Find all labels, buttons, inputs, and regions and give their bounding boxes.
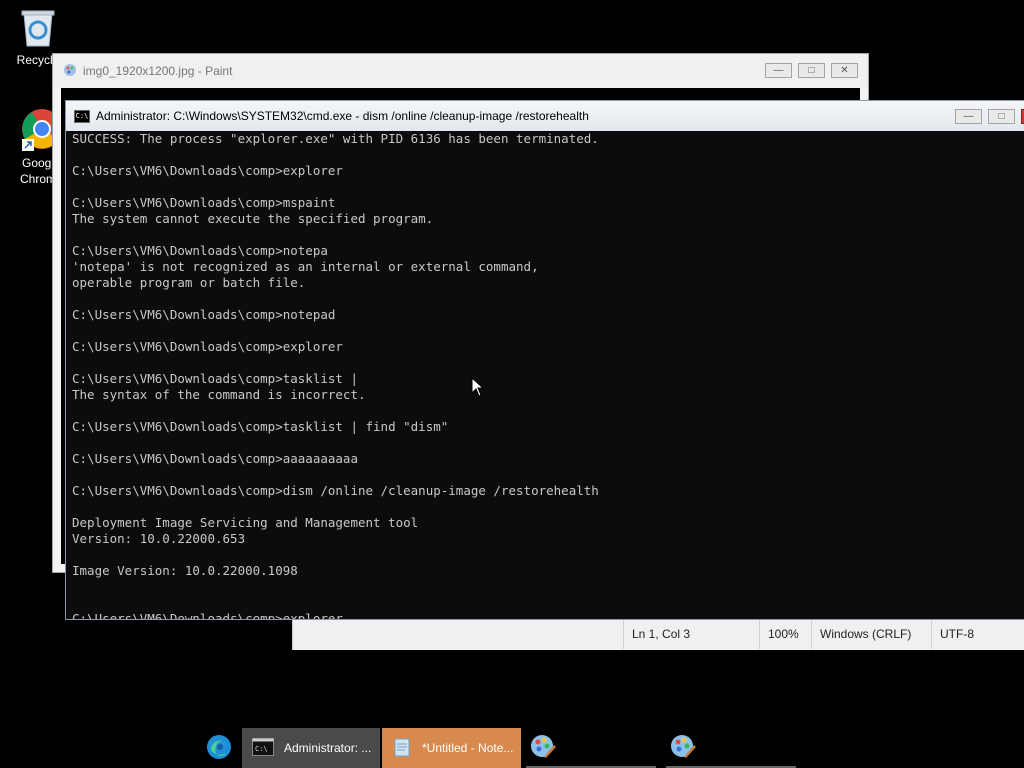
mouse-pointer-icon bbox=[471, 376, 485, 402]
console-line: operable program or batch file. bbox=[72, 275, 306, 290]
paint-window-title: img0_1920x1200.jpg - Paint bbox=[83, 64, 233, 78]
console-line: C:\Users\VM6\Downloads\comp>explorer bbox=[72, 339, 343, 354]
notepad-taskbar-icon bbox=[392, 737, 412, 760]
console-line: C:\Users\VM6\Downloads\comp>mspaint bbox=[72, 195, 336, 210]
console-line: The system cannot execute the specified … bbox=[72, 211, 434, 226]
taskbar-notepad-label: *Untitled - Note... bbox=[422, 741, 514, 755]
paint-minimize-button[interactable]: — bbox=[765, 63, 792, 78]
taskbar-notepad-button[interactable]: *Untitled - Note... bbox=[382, 728, 521, 768]
console-line: Version: 10.0.22000.653 bbox=[72, 531, 246, 546]
console-line: The syntax of the command is incorrect. bbox=[72, 387, 366, 402]
console-line: C:\Users\VM6\Downloads\comp>tasklist | f… bbox=[72, 419, 449, 434]
cmd-maximize-button[interactable]: □ bbox=[988, 109, 1015, 124]
console-line: C:\Users\VM6\Downloads\comp>dism /online… bbox=[72, 483, 599, 498]
console-line: C:\Users\VM6\Downloads\comp>explorer bbox=[72, 611, 343, 619]
console-line: SUCCESS: The process "explorer.exe" with… bbox=[72, 131, 599, 146]
taskbar-edge-button[interactable] bbox=[200, 728, 238, 768]
taskbar-cmd-button[interactable]: C:\ Administrator: ... bbox=[242, 728, 380, 768]
taskbar-cmd-label: Administrator: ... bbox=[284, 741, 372, 755]
paint-app-icon bbox=[63, 63, 77, 80]
console-line: C:\Users\VM6\Downloads\comp>aaaaaaaaaa bbox=[72, 451, 358, 466]
console-line: C:\Users\VM6\Downloads\comp>notepad bbox=[72, 307, 336, 322]
recycle-bin-icon bbox=[20, 8, 56, 48]
paint-titlebar[interactable]: img0_1920x1200.jpg - Paint — □ ✕ bbox=[53, 54, 868, 88]
paint-taskbar-icon bbox=[530, 733, 556, 762]
console-line: Image Version: 10.0.22000.1098 bbox=[72, 563, 298, 578]
taskbar: C:\ Administrator: ... *Untitled - Note.… bbox=[0, 728, 1024, 768]
console-line: C:\Users\VM6\Downloads\comp>explorer bbox=[72, 163, 343, 178]
notepad-line-endings: Windows (CRLF) bbox=[811, 619, 930, 649]
taskbar-paint-button-1[interactable] bbox=[526, 728, 656, 768]
edge-icon bbox=[206, 734, 232, 763]
console-line: C:\Users\VM6\Downloads\comp>notepa bbox=[72, 243, 328, 258]
console-line: 'notepa' is not recognized as an interna… bbox=[72, 259, 539, 274]
cmd-titlebar[interactable]: C:\ Administrator: C:\Windows\SYSTEM32\c… bbox=[66, 101, 1024, 131]
cmd-window-title: Administrator: C:\Windows\SYSTEM32\cmd.e… bbox=[96, 109, 589, 123]
paint-taskbar-icon bbox=[670, 733, 696, 762]
notepad-encoding: UTF-8 bbox=[931, 619, 1024, 649]
paint-close-button[interactable]: ✕ bbox=[831, 63, 858, 78]
notepad-zoom-level: 100% bbox=[759, 619, 810, 649]
console-line: C:\Users\VM6\Downloads\comp>tasklist | bbox=[72, 371, 358, 386]
console-output[interactable]: SUCCESS: The process "explorer.exe" with… bbox=[72, 131, 1024, 619]
notepad-status-bar: Ln 1, Col 3 100% Windows (CRLF) UTF-8 bbox=[292, 618, 1024, 650]
paint-maximize-button[interactable]: □ bbox=[798, 63, 825, 78]
cmd-taskbar-icon: C:\ bbox=[252, 737, 274, 759]
cmd-window[interactable]: C:\ Administrator: C:\Windows\SYSTEM32\c… bbox=[65, 100, 1024, 620]
cmd-minimize-button[interactable]: — bbox=[955, 109, 982, 124]
taskbar-paint-button-2[interactable] bbox=[666, 728, 796, 768]
console-line: Deployment Image Servicing and Managemen… bbox=[72, 515, 419, 530]
svg-text:C:\: C:\ bbox=[255, 745, 268, 753]
notepad-cursor-position: Ln 1, Col 3 bbox=[623, 619, 760, 649]
cmd-app-icon: C:\ bbox=[74, 109, 90, 123]
